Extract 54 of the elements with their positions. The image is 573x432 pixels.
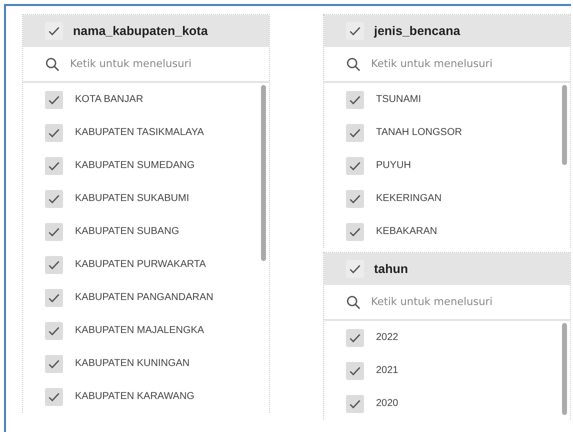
option-label[interactable]: KABUPATEN KARAWANG (75, 391, 194, 402)
search-icon (45, 56, 60, 72)
option-label[interactable]: KEBAKARAN (376, 226, 438, 237)
search-icon (346, 294, 361, 310)
option-label[interactable]: KABUPATEN PURWAKARTA (75, 259, 206, 270)
checkbox[interactable] (45, 388, 63, 406)
checkbox[interactable] (45, 354, 63, 372)
checkbox[interactable] (346, 328, 364, 346)
checkbox[interactable] (346, 362, 364, 380)
field-title: jenis_bencana (374, 24, 460, 38)
checkbox[interactable] (45, 256, 63, 274)
checkbox[interactable] (346, 394, 364, 412)
option-label[interactable]: KABUPATEN KUNINGAN (75, 358, 190, 369)
option-label[interactable]: KABUPATEN TASIKMALAYA (75, 127, 204, 138)
field-title: nama_kabupaten_kota (73, 24, 208, 38)
option-label[interactable]: PUYUH (376, 160, 412, 171)
option-label[interactable]: KOTA BANJAR (75, 94, 144, 105)
option-label[interactable]: KABUPATEN SUKABUMI (75, 193, 190, 204)
scrollbar-thumb[interactable] (261, 85, 266, 261)
search-icon (346, 56, 361, 72)
option-label[interactable]: KABUPATEN PANGANDARAN (75, 292, 214, 303)
checkbox[interactable] (346, 222, 364, 240)
checkmark-icon (47, 24, 61, 38)
scrollbar-thumb[interactable] (562, 323, 567, 415)
checkbox[interactable] (45, 190, 63, 208)
field-title: tahun (374, 262, 408, 276)
checkbox[interactable] (346, 190, 364, 208)
search-field[interactable]: Ketik untuk menelusuri (371, 296, 551, 308)
checkbox[interactable] (346, 22, 364, 40)
checkbox[interactable] (45, 156, 63, 174)
checkbox[interactable] (346, 124, 364, 142)
checkbox[interactable] (346, 156, 364, 174)
checkmark-icon (348, 262, 362, 276)
option-label[interactable]: 2020 (376, 398, 398, 409)
option-label[interactable]: KABUPATEN SUBANG (75, 226, 180, 237)
scrollbar-thumb[interactable] (562, 85, 567, 165)
checkbox[interactable] (45, 124, 63, 142)
checkbox[interactable] (346, 260, 364, 278)
checkbox[interactable] (346, 90, 364, 108)
option-label[interactable]: KABUPATEN SUMEDANG (75, 160, 195, 171)
option-label[interactable]: TANAH LONGSOR (376, 127, 462, 138)
checkmark-icon (348, 24, 362, 38)
checkbox[interactable] (45, 22, 63, 40)
option-label[interactable]: 2021 (376, 365, 398, 376)
option-label[interactable]: TSUNAMI (376, 94, 421, 105)
option-label[interactable]: KABUPATEN MAJALENGKA (75, 325, 204, 336)
checkbox[interactable] (45, 322, 63, 340)
checkbox[interactable] (45, 90, 63, 108)
checkbox[interactable] (45, 288, 63, 306)
option-label[interactable]: 2022 (376, 332, 398, 343)
option-label[interactable]: KEKERINGAN (376, 193, 442, 204)
checkbox[interactable] (45, 222, 63, 240)
search-field[interactable]: Ketik untuk menelusuri (70, 58, 250, 70)
search-field[interactable]: Ketik untuk menelusuri (371, 58, 551, 70)
